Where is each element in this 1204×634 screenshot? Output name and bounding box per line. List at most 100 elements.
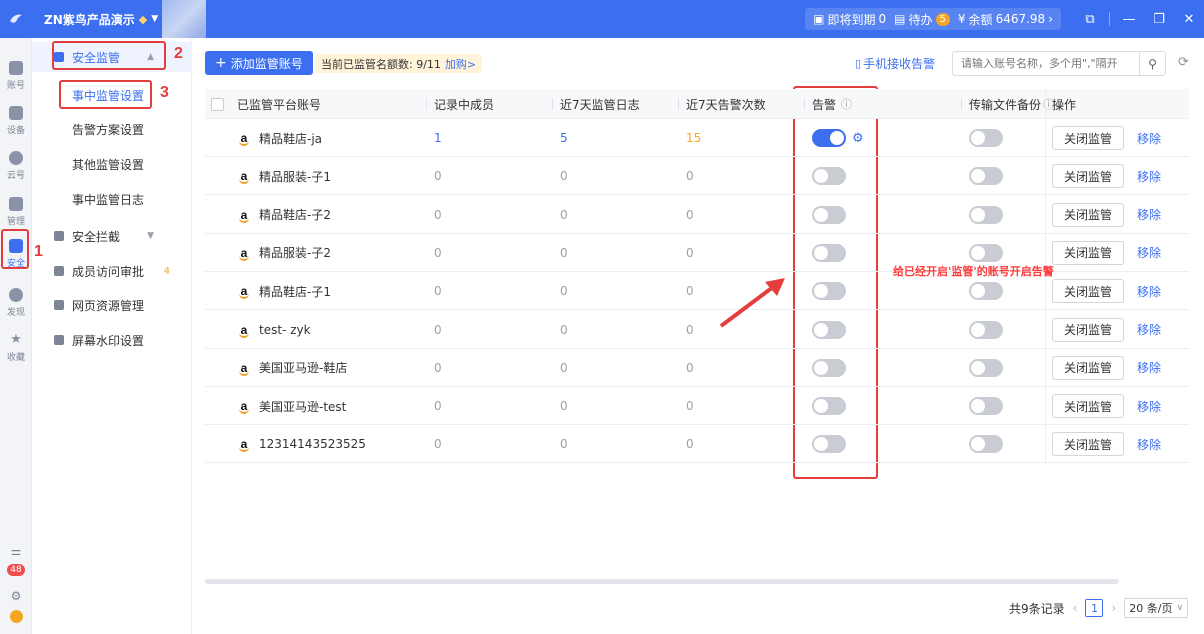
- remove-link[interactable]: 移除: [1137, 398, 1161, 415]
- members-count[interactable]: 0: [434, 387, 442, 425]
- backup-toggle[interactable]: [969, 320, 1003, 339]
- alarm-toggle[interactable]: [812, 205, 846, 224]
- members-count[interactable]: 0: [434, 157, 442, 195]
- todo-item[interactable]: ▤ 待办 5: [894, 11, 950, 28]
- cloud-icon: [9, 151, 23, 165]
- remove-link[interactable]: 移除: [1137, 130, 1161, 147]
- settings-icon[interactable]: ⚙: [0, 589, 32, 603]
- tools-icon[interactable]: ⚌: [0, 544, 32, 558]
- alarm-toggle[interactable]: [812, 358, 846, 377]
- rail-item-accounts[interactable]: 账号: [0, 56, 32, 96]
- members-count[interactable]: 0: [434, 425, 442, 463]
- backup-toggle[interactable]: [969, 358, 1003, 377]
- backup-toggle[interactable]: [969, 435, 1003, 454]
- alarm-toggle[interactable]: [812, 243, 846, 262]
- menu-item-alert-plan[interactable]: 告警方案设置: [32, 114, 192, 144]
- workspace-selector[interactable]: ZN紫鸟产品演示 ◆ ▼: [44, 11, 158, 28]
- remove-link[interactable]: 移除: [1137, 436, 1161, 453]
- close-monitoring-button[interactable]: 关闭监管: [1052, 240, 1125, 265]
- remove-link[interactable]: 移除: [1137, 244, 1161, 261]
- remove-link[interactable]: 移除: [1137, 168, 1161, 185]
- alarm-toggle[interactable]: [812, 397, 846, 416]
- close-button[interactable]: ✕: [1174, 0, 1204, 38]
- logs-count[interactable]: 5: [560, 119, 568, 157]
- menu-item-other-settings[interactable]: 其他监管设置: [32, 149, 192, 179]
- alarm-toggle[interactable]: [812, 129, 846, 147]
- remove-link[interactable]: 移除: [1137, 321, 1161, 338]
- account-status-bar[interactable]: ▣ 即将到期 0 ▤ 待办 5 ¥ 余额 6467.98 ›: [805, 8, 1061, 30]
- search-input[interactable]: [953, 52, 1139, 75]
- members-count[interactable]: 0: [434, 196, 442, 234]
- members-count[interactable]: 0: [434, 234, 442, 272]
- rail-item-discover[interactable]: 发现: [0, 283, 32, 323]
- logs-count[interactable]: 0: [560, 349, 568, 387]
- prev-page-icon[interactable]: ‹: [1073, 601, 1078, 615]
- logs-count[interactable]: 0: [560, 311, 568, 349]
- backup-toggle[interactable]: [969, 129, 1003, 147]
- members-count[interactable]: 1: [434, 119, 442, 157]
- alarm-toggle[interactable]: [812, 282, 846, 301]
- help-icon[interactable]: [0, 610, 32, 623]
- remove-link[interactable]: 移除: [1137, 283, 1161, 300]
- quota-info: 当前已监管名额数: 9/11 加购>: [315, 54, 483, 73]
- backup-toggle[interactable]: [969, 397, 1003, 416]
- page-size-select[interactable]: 20 条/页 ∨: [1124, 598, 1189, 618]
- wallet-icon: ¥: [957, 12, 966, 26]
- alarm-toggle[interactable]: [812, 320, 846, 339]
- logs-count[interactable]: 0: [560, 425, 568, 463]
- members-count[interactable]: 0: [434, 349, 442, 387]
- menu-item-web-resources[interactable]: 网页资源管理: [32, 290, 192, 320]
- backup-toggle[interactable]: [969, 243, 1003, 262]
- refresh-icon[interactable]: ⟳: [1178, 55, 1189, 70]
- help-icon[interactable]: ⓘ: [841, 96, 852, 112]
- menu-item-watermark[interactable]: 屏幕水印设置: [32, 325, 192, 355]
- logs-count[interactable]: 0: [560, 387, 568, 425]
- members-count[interactable]: 0: [434, 311, 442, 349]
- close-monitoring-button[interactable]: 关闭监管: [1052, 279, 1125, 304]
- menu-group-intercept[interactable]: 安全拦截 ▼: [32, 221, 192, 251]
- close-monitoring-button[interactable]: 关闭监管: [1052, 126, 1125, 150]
- avatar[interactable]: [162, 0, 207, 38]
- add-account-button[interactable]: + 添加监管账号: [205, 51, 313, 75]
- minimize-button[interactable]: —: [1114, 0, 1144, 38]
- backup-toggle[interactable]: [969, 205, 1003, 224]
- messages-item[interactable]: 48: [0, 564, 32, 576]
- close-monitoring-button[interactable]: 关闭监管: [1052, 432, 1125, 457]
- rail-item-favorites[interactable]: ★ 收藏: [0, 328, 32, 368]
- members-count[interactable]: 0: [434, 272, 442, 310]
- menu-item-realtime-log[interactable]: 事中监管日志: [32, 184, 192, 214]
- restore-button[interactable]: ❐: [1144, 0, 1174, 38]
- gear-icon[interactable]: ⚙: [852, 131, 864, 146]
- alarm-toggle[interactable]: [812, 167, 846, 186]
- logs-count[interactable]: 0: [560, 157, 568, 195]
- buy-more-link[interactable]: 加购>: [445, 56, 476, 72]
- remove-link[interactable]: 移除: [1137, 359, 1161, 376]
- annotation-box-security-group: [52, 41, 166, 70]
- logs-count[interactable]: 0: [560, 196, 568, 234]
- sync-icon[interactable]: ⧉: [1075, 0, 1105, 38]
- close-monitoring-button[interactable]: 关闭监管: [1052, 394, 1125, 419]
- search-icon[interactable]: ⚲: [1139, 52, 1165, 75]
- rail-item-devices[interactable]: 设备: [0, 101, 32, 141]
- horizontal-scrollbar[interactable]: [205, 579, 1119, 584]
- rail-item-cloud[interactable]: 云号: [0, 146, 32, 186]
- alarm-toggle[interactable]: [812, 435, 846, 454]
- logs-count[interactable]: 0: [560, 234, 568, 272]
- select-all-checkbox[interactable]: [211, 89, 224, 119]
- close-monitoring-button[interactable]: 关闭监管: [1052, 317, 1125, 342]
- menu-item-member-access[interactable]: 成员访问审批 4: [32, 256, 192, 286]
- table-row: a 美国亚马逊-鞋店 0 0 0 关闭监管 移除: [205, 349, 1189, 387]
- close-monitoring-button[interactable]: 关闭监管: [1052, 202, 1125, 227]
- phone-alert-link[interactable]: ▯ 手机接收告警: [855, 55, 935, 72]
- close-monitoring-button[interactable]: 关闭监管: [1052, 164, 1125, 189]
- backup-toggle[interactable]: [969, 167, 1003, 186]
- remove-link[interactable]: 移除: [1137, 206, 1161, 223]
- close-monitoring-button[interactable]: 关闭监管: [1052, 355, 1125, 380]
- expiring-item[interactable]: ▣ 即将到期 0: [813, 11, 886, 28]
- balance-item[interactable]: ¥ 余额 6467.98 ›: [958, 11, 1053, 28]
- next-page-icon[interactable]: ›: [1111, 601, 1116, 615]
- backup-toggle[interactable]: [969, 282, 1003, 301]
- logs-count[interactable]: 0: [560, 272, 568, 310]
- rail-item-manage[interactable]: 管理: [0, 192, 32, 232]
- page-number-button[interactable]: 1: [1085, 599, 1104, 617]
